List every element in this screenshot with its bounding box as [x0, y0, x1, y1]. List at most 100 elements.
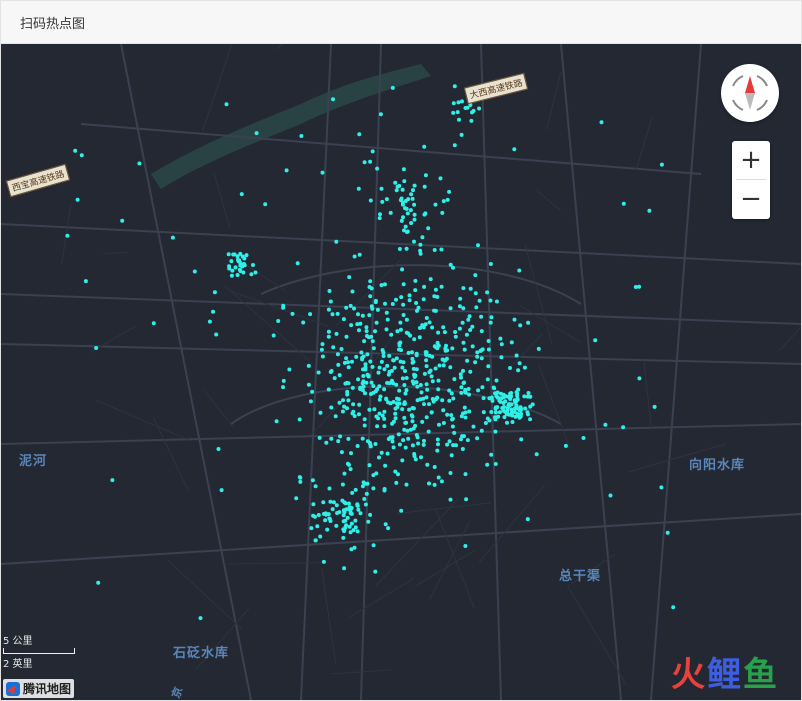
heat-point	[336, 439, 341, 444]
heat-point	[379, 283, 384, 288]
zoom-out-button[interactable]: −	[732, 180, 770, 218]
heat-point	[327, 289, 332, 293]
heat-point	[347, 462, 351, 467]
heat-point	[407, 407, 412, 412]
heat-point	[207, 319, 212, 324]
road	[1, 513, 801, 565]
heat-point	[503, 399, 508, 404]
heat-point	[445, 197, 450, 202]
heat-point	[110, 478, 115, 483]
heat-point	[463, 544, 468, 548]
heat-point	[452, 84, 457, 89]
heat-point	[324, 440, 329, 445]
heat-point	[344, 356, 349, 361]
heat-point	[371, 346, 376, 351]
heat-point	[465, 358, 470, 363]
heat-point	[349, 323, 354, 328]
minor-road	[536, 190, 562, 212]
heat-point	[509, 391, 514, 395]
heat-point	[359, 350, 364, 355]
place-label-zonggan: 总干渠	[559, 569, 602, 584]
heat-point	[224, 102, 229, 107]
heat-point	[355, 503, 360, 508]
heat-point	[363, 481, 368, 486]
heat-point	[368, 198, 373, 203]
heat-point	[438, 176, 443, 181]
heat-point	[399, 218, 404, 223]
heat-point	[449, 453, 454, 458]
heat-point	[345, 406, 349, 411]
heat-point	[404, 482, 409, 487]
heat-point	[512, 410, 517, 414]
heat-point	[419, 390, 424, 395]
heat-point	[493, 417, 498, 422]
heat-point	[251, 263, 255, 267]
heat-point	[459, 385, 464, 390]
minor-road	[309, 357, 384, 436]
heat-point	[94, 346, 99, 350]
heat-point	[414, 380, 419, 385]
heat-point	[459, 375, 463, 380]
heat-point	[367, 463, 372, 468]
heat-point	[229, 259, 234, 264]
heat-point	[393, 411, 398, 416]
heat-point	[326, 387, 331, 392]
heat-map[interactable]: 大西高速铁路 西宝高速铁路 泥河 向阳水库 总干渠 石砭水库 京 + − 5 公…	[1, 44, 801, 700]
heat-point	[287, 367, 292, 372]
heat-point	[416, 441, 421, 446]
heat-point	[297, 417, 302, 422]
heat-point	[425, 387, 430, 392]
heat-point	[405, 230, 409, 234]
heat-point	[331, 345, 336, 350]
minor-road	[95, 399, 191, 441]
heat-point	[238, 263, 243, 268]
zoom-in-button[interactable]: +	[732, 141, 770, 179]
heat-point	[382, 282, 387, 287]
heat-point	[364, 329, 369, 334]
heat-point	[439, 479, 444, 484]
heat-point	[486, 347, 491, 352]
scale-bar: 5 公里 2 英里	[3, 632, 75, 670]
heat-point	[671, 605, 676, 610]
heat-point	[499, 355, 504, 360]
heat-point	[476, 243, 480, 248]
heat-point	[412, 239, 416, 244]
heat-point	[377, 455, 381, 460]
heat-point	[435, 448, 440, 453]
heat-point	[350, 289, 355, 294]
heat-point	[367, 407, 372, 412]
heat-point	[463, 389, 468, 394]
heat-point	[353, 487, 358, 492]
compass-icon	[732, 75, 768, 111]
heat-point	[334, 239, 339, 244]
heat-point	[525, 517, 530, 522]
heat-point	[467, 409, 472, 414]
heat-point	[351, 402, 356, 407]
heat-point	[441, 408, 446, 413]
heat-point	[244, 253, 249, 258]
compass-control[interactable]	[721, 64, 779, 122]
heat-point	[348, 530, 353, 535]
heat-point	[334, 503, 339, 508]
heat-point	[274, 419, 279, 424]
heat-point	[400, 376, 405, 381]
heat-point	[461, 411, 465, 416]
heat-point	[460, 99, 464, 104]
heat-point	[409, 221, 414, 225]
heat-point	[349, 521, 354, 526]
heat-point	[394, 480, 399, 485]
heat-point	[463, 472, 468, 477]
map-canvas[interactable]	[1, 44, 801, 700]
heat-point	[316, 513, 321, 517]
heat-point	[355, 444, 360, 448]
heat-point	[422, 184, 427, 189]
heat-point	[362, 423, 367, 428]
heat-point	[498, 336, 503, 341]
heat-point	[388, 401, 393, 406]
map-logo[interactable]: 腾讯地图	[3, 679, 75, 698]
heat-point	[451, 101, 456, 106]
heat-point	[410, 443, 415, 448]
tencent-map-logo-icon	[6, 681, 20, 696]
heat-point	[333, 414, 338, 419]
heat-point	[211, 309, 215, 314]
